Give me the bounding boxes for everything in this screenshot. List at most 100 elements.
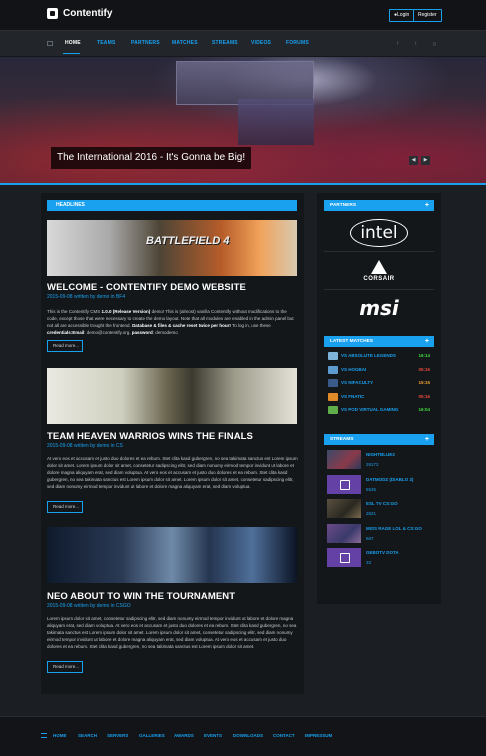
match-opponent: VS POD VIRTUAL GAMING — [341, 407, 399, 412]
nav-matches[interactable]: MATCHES — [172, 40, 198, 46]
nav-teams[interactable]: TEAMS — [97, 40, 116, 46]
twitch-icon — [327, 474, 361, 494]
stream-name: NIGHTBLUE3 — [366, 452, 395, 457]
plus-icon[interactable]: + — [425, 200, 429, 211]
article-image[interactable] — [47, 527, 297, 583]
stream-row[interactable]: MISS RAGE LOL & CS:GO 667 — [326, 523, 432, 545]
partner-logo-intel[interactable]: intel — [324, 214, 434, 252]
stream-viewers: 28172 — [366, 462, 379, 467]
corsair-sail-icon — [371, 259, 387, 274]
main-nav: HOME TEAMS PARTNERS MATCHES STREAMS VIDE… — [0, 30, 486, 57]
article-title[interactable]: TEAM HEAVEN WARRIOS WINS THE FINALS — [47, 431, 253, 442]
partners-title: PARTNERS — [330, 203, 357, 208]
login-label: Login — [397, 12, 410, 18]
stream-thumbnail — [327, 450, 361, 469]
latest-matches-header: LATEST MATCHES + — [324, 336, 434, 347]
stream-viewers: 2621 — [366, 511, 377, 516]
article-body: At vero eos et accusam et justo duo dolo… — [47, 456, 298, 489]
corsair-logo-text: CORSAIR — [363, 275, 395, 282]
login-button[interactable]: ●Login — [389, 9, 415, 22]
article-meta: 2015-09-08 written by demo in CSGO — [47, 603, 131, 609]
nav-partners[interactable]: PARTNERS — [131, 40, 160, 46]
stream-thumbnail — [327, 523, 361, 543]
article-image[interactable] — [47, 368, 297, 424]
streams-header: STREAMS + — [324, 434, 434, 445]
footer-link-search[interactable]: SEARCH — [78, 733, 97, 738]
article-image[interactable]: BATTLEFIELD 4 — [47, 220, 297, 276]
footer-link-impressum[interactable]: IMPRESSUM — [305, 733, 332, 738]
headlines-header: HEADLINES — [47, 200, 297, 211]
stream-name: GEBOTV DOTA — [366, 550, 399, 555]
slider-prev-icon[interactable]: ◀ — [409, 156, 418, 165]
footer-link-contact[interactable]: CONTACT — [273, 733, 295, 738]
stream-viewers: 5535 — [366, 486, 377, 492]
msi-logo-text: msi — [359, 296, 399, 320]
stream-row[interactable]: NIGHTBLUE3 28172 — [326, 449, 432, 471]
hero-caption[interactable]: The International 2016 - It's Gonna be B… — [51, 147, 252, 169]
site-logo[interactable]: Contentify — [47, 8, 112, 19]
partner-logo-corsair[interactable]: CORSAIR — [324, 252, 434, 290]
cube-icon — [47, 8, 58, 19]
match-score: 16:04 — [418, 407, 430, 412]
stream-row[interactable]: DATMODZ (DIABLO 3) 5535 — [326, 474, 432, 496]
streams-title: STREAMS — [330, 437, 354, 442]
nav-videos[interactable]: VIDEOS — [251, 40, 271, 46]
footer-link-galleries[interactable]: GALLERIES — [139, 733, 165, 738]
match-score: 16:14 — [418, 353, 430, 358]
match-opponent: VS FNATIC — [341, 393, 365, 399]
menu-icon[interactable] — [41, 733, 47, 738]
match-opponent: VS HOGBAI — [341, 366, 367, 372]
article-image-text: BATTLEFIELD 4 — [146, 235, 230, 247]
article-title[interactable]: WELCOME - CONTENTIFY DEMO WEBSITE — [47, 282, 246, 293]
register-button[interactable]: Register — [413, 9, 442, 22]
match-row[interactable]: VS HOGBAI 05:16 — [326, 364, 432, 377]
plus-icon[interactable]: + — [425, 336, 429, 347]
footer-link-home[interactable]: HOME — [53, 733, 67, 738]
match-row[interactable]: VS ABSOLUTE LEGENDS 16:14 — [326, 350, 432, 363]
match-opponent: VS ABSOLUTE LEGENDS — [341, 353, 396, 358]
latest-matches-title: LATEST MATCHES — [330, 339, 373, 344]
read-more-button[interactable]: Read more... — [47, 501, 83, 513]
active-nav-indicator — [63, 53, 80, 54]
article-title[interactable]: NEO ABOUT TO WIN THE TOURNAMENT — [47, 591, 235, 602]
partner-logo-msi[interactable]: msi — [324, 290, 434, 326]
plus-icon[interactable]: + — [425, 434, 429, 445]
partners-header: PARTNERS + — [324, 200, 434, 211]
match-score: 05:16 — [418, 393, 430, 399]
slider-next-icon[interactable]: ▶ — [421, 156, 430, 165]
twitter-icon[interactable]: t — [415, 41, 416, 47]
footer-link-servers[interactable]: SERVERS — [107, 733, 128, 738]
stream-name: MISS RAGE LOL & CS:GO — [366, 525, 422, 531]
stream-name: DATMODZ (DIABLO 3) — [366, 476, 414, 482]
footer: HOME SEARCH SERVERS GALLERIES AWARDS EVE… — [0, 716, 486, 756]
game-icon — [328, 365, 338, 374]
hero-divider — [0, 183, 486, 185]
article-meta: 2015-09-08 written by demo in BF4 — [47, 294, 126, 300]
match-opponent: VS NIFACULTY — [341, 380, 374, 385]
match-row[interactable]: VS POD VIRTUAL GAMING 16:04 — [326, 404, 432, 417]
read-more-button[interactable]: Read more... — [47, 661, 83, 673]
article-meta: 2015-09-08 written by demo in CS — [47, 443, 123, 449]
match-row[interactable]: VS FNATIC 05:16 — [326, 391, 432, 404]
home-icon[interactable] — [47, 41, 53, 46]
footer-link-awards[interactable]: AWARDS — [174, 733, 194, 738]
game-icon — [328, 406, 338, 414]
stream-row[interactable]: ESL TV CS:GO 2621 — [326, 498, 432, 520]
top-bar: Contentify ●Login Register — [0, 0, 486, 30]
stream-thumbnail — [327, 499, 361, 518]
footer-link-downloads[interactable]: DOWNLOADS — [233, 733, 263, 738]
stream-viewers: 667 — [366, 535, 374, 541]
match-score: 05:16 — [418, 366, 430, 372]
google-plus-icon[interactable]: g — [433, 41, 436, 47]
twitch-icon — [327, 548, 361, 567]
nav-streams[interactable]: STREAMS — [212, 40, 238, 46]
stream-viewers: 33 — [366, 560, 372, 565]
read-more-button[interactable]: Read more... — [47, 340, 83, 352]
nav-forums[interactable]: FORUMS — [286, 40, 309, 46]
match-row[interactable]: VS NIFACULTY 15:15 — [326, 377, 432, 390]
game-icon — [328, 392, 338, 401]
footer-link-events[interactable]: EVENTS — [204, 733, 222, 738]
stream-row[interactable]: GEBOTV DOTA 33 — [326, 547, 432, 569]
nav-home[interactable]: HOME — [65, 40, 81, 46]
facebook-icon[interactable]: f — [397, 41, 398, 47]
